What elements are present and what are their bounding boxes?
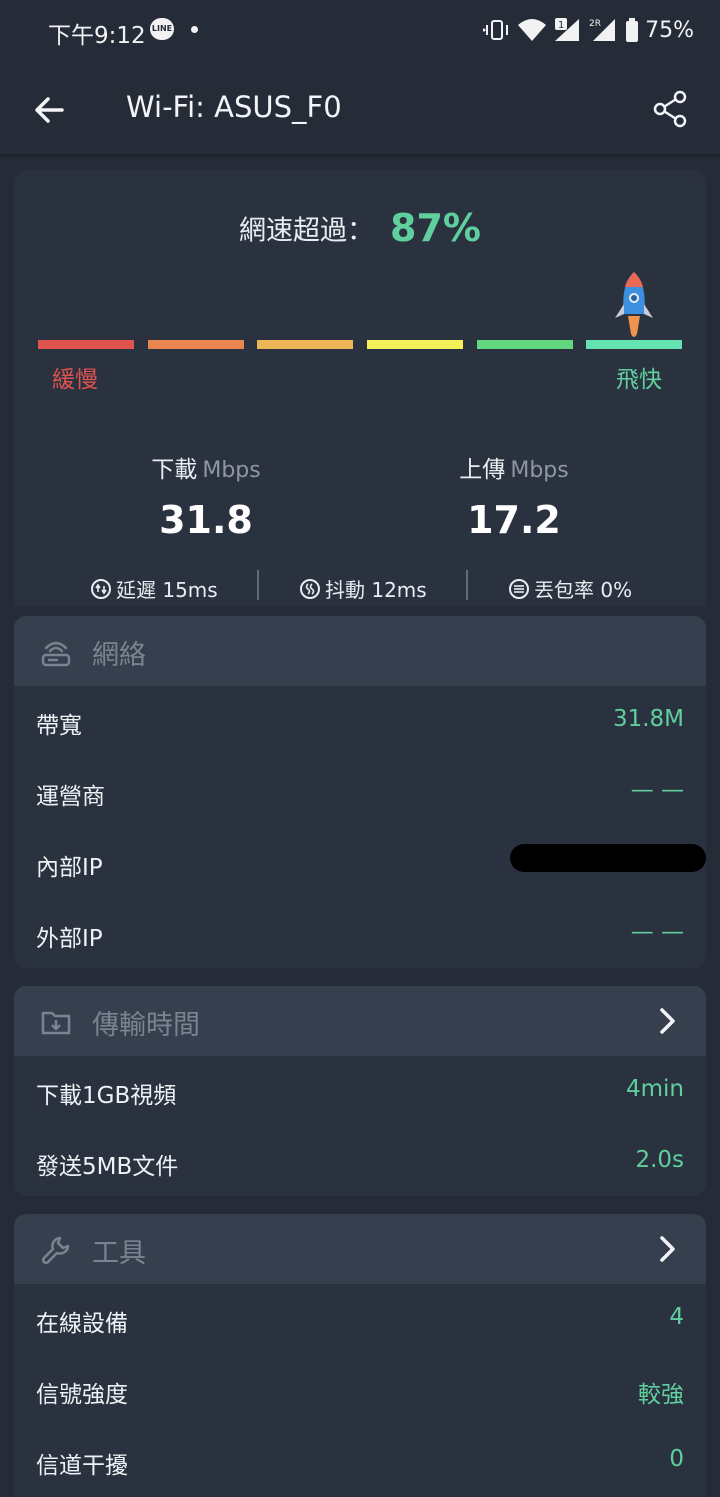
channel-interference-value: 0 bbox=[669, 1446, 684, 1472]
speed-meter bbox=[38, 340, 683, 352]
notification-dot bbox=[191, 26, 198, 33]
download-label: 下載 bbox=[151, 457, 198, 483]
packet-loss-text: 丟包率 0% bbox=[534, 578, 633, 602]
carrier-value: — — bbox=[630, 777, 684, 803]
bandwidth-label: 帶寬 bbox=[36, 713, 82, 739]
list-item: 信道干擾 0 bbox=[14, 1426, 706, 1497]
upload-unit: Mbps bbox=[510, 458, 569, 483]
vibrate-icon bbox=[483, 20, 509, 40]
network-card-header: 網絡 bbox=[14, 616, 706, 686]
transfer-card-title: 傳輸時間 bbox=[92, 1010, 200, 1041]
metric-divider bbox=[257, 570, 259, 600]
wifi-icon bbox=[518, 19, 547, 41]
page-title: Wi-Fi: ASUS_F0 bbox=[126, 90, 342, 124]
sim2-signal-icon: 2R bbox=[589, 19, 616, 41]
header-divider bbox=[0, 154, 720, 160]
send-5mb-label: 發送5MB文件 bbox=[36, 1154, 179, 1180]
meter-segment-4 bbox=[367, 340, 463, 349]
transfer-card-header[interactable]: 傳輸時間 bbox=[14, 986, 706, 1056]
percentile-label: 網速超過： bbox=[239, 215, 375, 247]
jitter-text: 抖動 12ms bbox=[325, 578, 427, 602]
download-stat: 下載 Mbps 31.8 bbox=[106, 450, 306, 542]
list-item: 運營商 — — bbox=[14, 757, 706, 828]
list-item: 下載1GB視頻 4min bbox=[14, 1056, 706, 1127]
online-devices-label: 在線設備 bbox=[36, 1311, 128, 1337]
meter-segment-6 bbox=[586, 340, 682, 349]
wrench-icon bbox=[41, 1236, 70, 1265]
channel-interference-label: 信道干擾 bbox=[36, 1453, 128, 1479]
network-card-title: 網絡 bbox=[92, 640, 146, 671]
send-5mb-value: 2.0s bbox=[635, 1147, 684, 1173]
tools-card-title: 工具 bbox=[92, 1238, 146, 1269]
transfer-time-card: 傳輸時間 下載1GB視頻 4min 發送5MB文件 2.0s bbox=[14, 986, 706, 1196]
line-app-icon: LINE bbox=[150, 18, 174, 40]
svg-text:2R: 2R bbox=[589, 19, 601, 29]
list-item: 發送5MB文件 2.0s bbox=[14, 1127, 706, 1196]
signal-strength-value: 較強 bbox=[638, 1382, 684, 1408]
share-icon bbox=[653, 90, 687, 128]
upload-label: 上傳 bbox=[459, 457, 506, 483]
meter-segment-2 bbox=[148, 340, 244, 349]
meter-segment-1 bbox=[38, 340, 134, 349]
list-item: 帶寬 31.8M bbox=[14, 686, 706, 757]
download-1gb-value: 4min bbox=[625, 1076, 684, 1102]
back-button[interactable] bbox=[28, 88, 72, 132]
packet-loss-icon bbox=[509, 578, 529, 599]
svg-text:1: 1 bbox=[558, 20, 564, 31]
internal-ip-label: 內部IP bbox=[36, 855, 103, 881]
percentile-value: 87% bbox=[390, 206, 481, 250]
list-item: 內部IP bbox=[14, 828, 706, 899]
status-icons: 1 2R 75% bbox=[483, 14, 694, 46]
sim1-signal-icon: 1 bbox=[555, 18, 580, 41]
battery-icon bbox=[626, 18, 639, 42]
external-ip-label: 外部IP bbox=[36, 926, 103, 952]
meter-segment-3 bbox=[257, 340, 353, 349]
battery-percent: 75% bbox=[645, 17, 694, 43]
share-button[interactable] bbox=[650, 88, 692, 130]
signal-strength-label: 信號強度 bbox=[36, 1382, 128, 1408]
app-bar: Wi-Fi: ASUS_F0 bbox=[0, 62, 720, 154]
rocket-icon bbox=[615, 272, 653, 337]
download-value: 31.8 bbox=[159, 498, 253, 542]
latency-metric: 延遲 15ms bbox=[90, 574, 218, 603]
back-arrow-icon bbox=[35, 97, 64, 123]
packet-loss-metric: 丟包率 0% bbox=[508, 574, 632, 603]
list-item: 信號強度 較強 bbox=[14, 1355, 706, 1426]
status-time: 下午9:12 bbox=[48, 23, 146, 49]
online-devices-value: 4 bbox=[669, 1304, 684, 1330]
download-unit: Mbps bbox=[202, 458, 261, 483]
chevron-right-icon bbox=[660, 1008, 675, 1034]
list-item: 在線設備 4 bbox=[14, 1284, 706, 1355]
quality-metrics: 延遲 15ms 抖動 12ms 丟包率 0% bbox=[14, 570, 706, 606]
speed-result-card: 網速超過： 87% 緩慢 飛快 下載 Mbps 31.8 上傳 Mbps 17.2… bbox=[14, 170, 706, 606]
redacted-internal-ip bbox=[510, 844, 706, 872]
folder-download-icon bbox=[41, 1011, 71, 1035]
metric-divider bbox=[466, 570, 468, 600]
tools-card-header[interactable]: 工具 bbox=[14, 1214, 706, 1284]
chevron-right-icon bbox=[660, 1236, 675, 1262]
list-item: 外部IP — — bbox=[14, 899, 706, 968]
fast-label: 飛快 bbox=[616, 367, 662, 393]
latency-text: 延遲 15ms bbox=[116, 578, 218, 602]
slow-label: 緩慢 bbox=[52, 367, 98, 393]
jitter-metric: 抖動 12ms bbox=[299, 574, 427, 603]
meter-segment-5 bbox=[477, 340, 573, 349]
upload-stat: 上傳 Mbps 17.2 bbox=[414, 450, 614, 542]
router-icon bbox=[41, 641, 71, 667]
bandwidth-value: 31.8M bbox=[612, 706, 684, 732]
latency-icon bbox=[91, 578, 111, 599]
network-card: 網絡 帶寬 31.8M 運營商 — — 內部IP 外部IP — — bbox=[14, 616, 706, 968]
download-1gb-label: 下載1GB視頻 bbox=[36, 1083, 177, 1109]
status-bar: 下午9:12 LINE 1 2R 75% bbox=[0, 0, 720, 62]
upload-value: 17.2 bbox=[467, 498, 561, 542]
jitter-icon bbox=[300, 578, 320, 599]
carrier-label: 運營商 bbox=[36, 784, 105, 810]
external-ip-value: — — bbox=[630, 919, 684, 945]
speed-percentile: 網速超過： 87% bbox=[14, 206, 706, 250]
tools-card: 工具 在線設備 4 信號強度 較強 信道干擾 0 bbox=[14, 1214, 706, 1497]
